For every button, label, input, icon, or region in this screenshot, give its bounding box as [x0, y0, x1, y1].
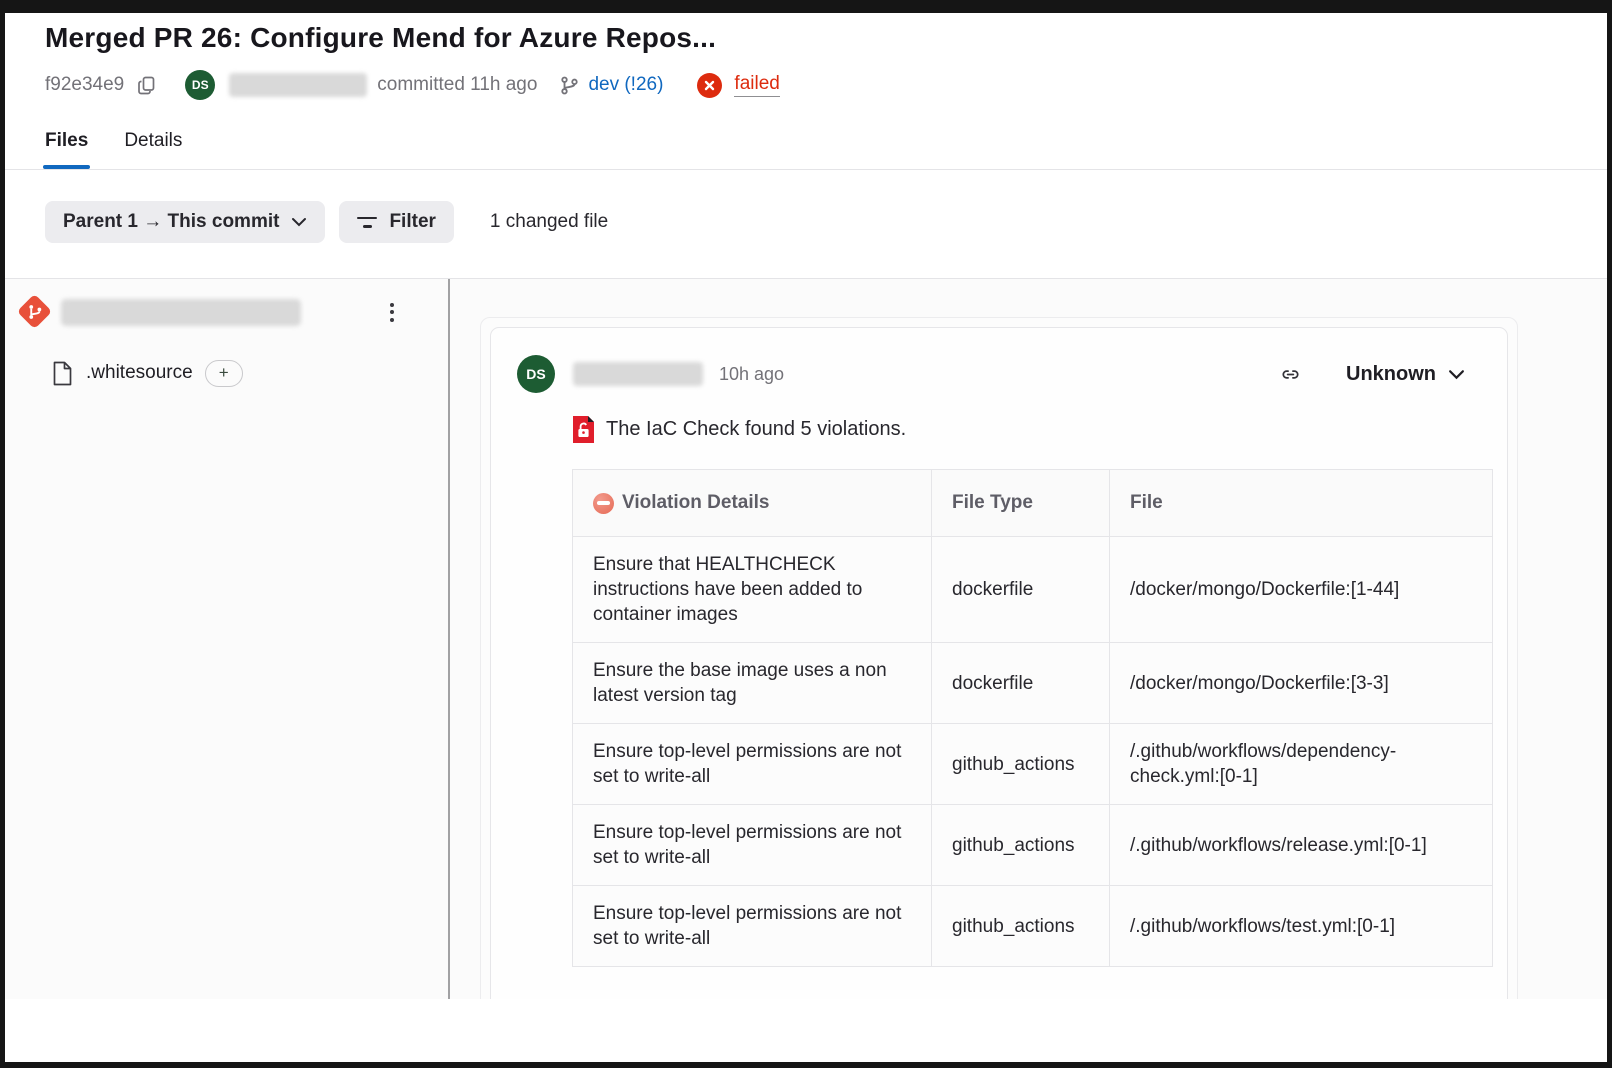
- col-header-file: File: [1110, 470, 1493, 537]
- table-row: Ensure that HEALTHCHECK instructions hav…: [573, 537, 1493, 643]
- resolve-status-dropdown[interactable]: Unknown: [1346, 363, 1465, 386]
- page-title: Merged PR 26: Configure Mend for Azure R…: [45, 22, 1567, 54]
- cell-violation: Ensure the base image uses a non latest …: [573, 643, 932, 724]
- copy-link-icon[interactable]: [1279, 363, 1302, 386]
- pipeline-failed-icon[interactable]: [697, 73, 722, 98]
- cell-file-type: github_actions: [932, 805, 1110, 886]
- diff-main-panel: DS 10h ago: [450, 279, 1607, 999]
- tab-files[interactable]: Files: [45, 130, 88, 169]
- tab-details[interactable]: Details: [124, 130, 182, 169]
- cell-violation: Ensure top-level permissions are not set…: [573, 886, 932, 967]
- table-row: Ensure top-level permissions are not set…: [573, 886, 1493, 967]
- filter-icon: [357, 217, 377, 228]
- cell-file: /.github/workflows/dependency-check.yml:…: [1110, 724, 1493, 805]
- comment-time: 10h ago: [719, 364, 784, 385]
- table-row: Ensure top-level permissions are not set…: [573, 805, 1493, 886]
- discussion-card: DS 10h ago: [480, 317, 1518, 999]
- file-tree-item-whitesource[interactable]: .whitesource +: [5, 354, 448, 392]
- commit-header: Merged PR 26: Configure Mend for Azure R…: [5, 13, 1607, 169]
- resolve-status-label: Unknown: [1346, 363, 1436, 386]
- redacted-repo-name: [61, 299, 301, 326]
- cell-file-type: dockerfile: [932, 643, 1110, 724]
- compare-dropdown-button[interactable]: Parent 1 → This commit: [45, 201, 325, 243]
- table-header-row: Violation Details File Type File: [573, 470, 1493, 537]
- cell-file-type: github_actions: [932, 886, 1110, 967]
- pipeline-status: failed: [697, 73, 779, 98]
- security-lock-icon: [572, 415, 595, 444]
- branch-info: dev (!26): [559, 74, 663, 96]
- avatar[interactable]: DS: [185, 70, 215, 100]
- cell-file: /docker/mongo/Dockerfile:[3-3]: [1110, 643, 1493, 724]
- file-name: .whitesource: [86, 362, 193, 384]
- no-entry-icon: [593, 493, 614, 514]
- git-repo-icon: [17, 294, 53, 330]
- comment-header: DS 10h ago: [517, 355, 1489, 393]
- tab-bar: Files Details: [45, 130, 1567, 169]
- committed-time: committed 11h ago: [377, 74, 537, 96]
- cell-violation: Ensure top-level permissions are not set…: [573, 724, 932, 805]
- cell-file-type: dockerfile: [932, 537, 1110, 643]
- content-area: .whitesource + DS 10h ago: [5, 279, 1607, 999]
- filter-button[interactable]: Filter: [339, 201, 453, 243]
- cell-file-type: github_actions: [932, 724, 1110, 805]
- commit-page: Merged PR 26: Configure Mend for Azure R…: [5, 13, 1607, 1062]
- table-row: Ensure top-level permissions are not set…: [573, 724, 1493, 805]
- iac-check-message-row: The IaC Check found 5 violations.: [572, 415, 1489, 444]
- commit-meta-row: f92e34e9 DS committed 11h ago: [45, 70, 1567, 100]
- diff-toolbar: Parent 1 → This commit Filter 1 changed …: [5, 170, 1607, 278]
- col-header-file-type: File Type: [932, 470, 1110, 537]
- cell-file: /docker/mongo/Dockerfile:[1-44]: [1110, 537, 1493, 643]
- cell-violation: Ensure top-level permissions are not set…: [573, 805, 932, 886]
- comment-body: The IaC Check found 5 violations. Violat…: [572, 415, 1489, 999]
- branch-link[interactable]: dev (!26): [588, 74, 663, 96]
- file-tree-repo-row[interactable]: [5, 292, 448, 332]
- chevron-down-icon: [1448, 369, 1465, 380]
- cell-file: /.github/workflows/test.yml:[0-1]: [1110, 886, 1493, 967]
- redacted-author-name: [229, 73, 367, 97]
- compare-dropdown-label: Parent 1 → This commit: [63, 211, 279, 233]
- cell-file: /.github/workflows/release.yml:[0-1]: [1110, 805, 1493, 886]
- table-row: Ensure the base image uses a non latest …: [573, 643, 1493, 724]
- header-label: Violation Details: [622, 492, 769, 514]
- copy-hash-icon[interactable]: [136, 75, 157, 96]
- col-header-violation-details: Violation Details: [573, 470, 932, 537]
- commit-hash: f92e34e9: [45, 74, 124, 96]
- comment-card: DS 10h ago: [490, 327, 1508, 999]
- file-added-badge: +: [205, 360, 243, 387]
- changed-files-count: 1 changed file: [490, 211, 608, 233]
- comment-actions: Unknown: [1279, 363, 1465, 386]
- branch-icon: [559, 75, 580, 96]
- filter-button-label: Filter: [389, 211, 435, 233]
- redacted-comment-author: [573, 362, 703, 386]
- chevron-down-icon: [291, 217, 307, 227]
- iac-check-message: The IaC Check found 5 violations.: [606, 418, 906, 441]
- cell-violation: Ensure that HEALTHCHECK instructions hav…: [573, 537, 932, 643]
- file-icon: [52, 361, 73, 386]
- file-tree-sidebar: .whitesource +: [5, 279, 448, 999]
- violations-table: Violation Details File Type File Ensure …: [572, 469, 1493, 967]
- kebab-menu-icon[interactable]: [384, 297, 400, 328]
- pipeline-status-link[interactable]: failed: [734, 73, 779, 97]
- comment-avatar[interactable]: DS: [517, 355, 555, 393]
